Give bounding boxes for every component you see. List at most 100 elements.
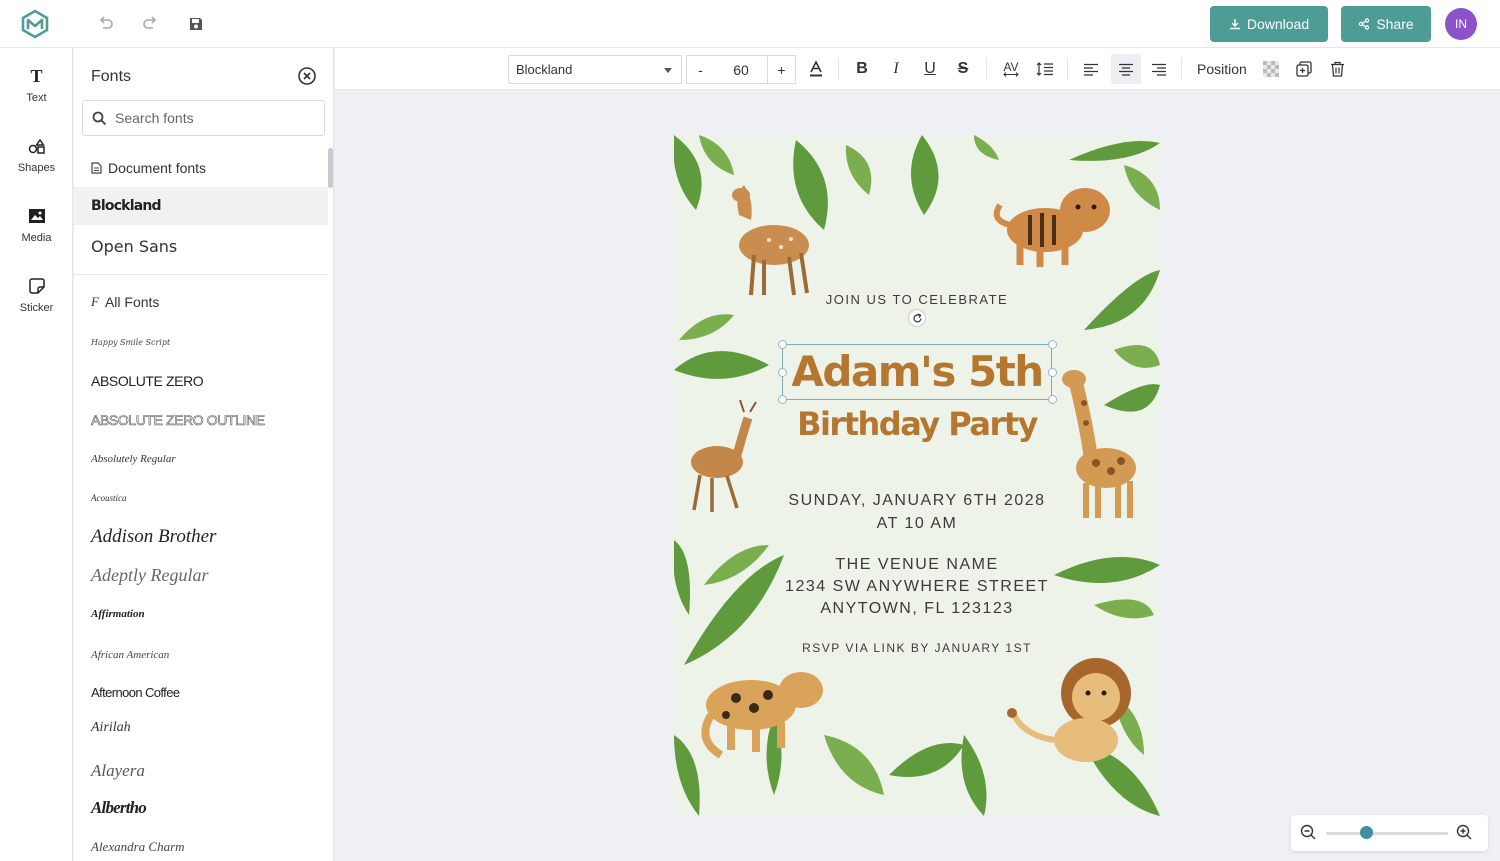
font-item-label: Afternoon Coffee xyxy=(91,684,180,700)
download-button[interactable]: Download xyxy=(1210,6,1328,42)
divider xyxy=(74,274,328,275)
close-icon[interactable] xyxy=(297,66,317,86)
save-icon[interactable] xyxy=(184,12,208,36)
strikethrough-button[interactable]: S xyxy=(950,57,976,81)
duplicate-icon[interactable] xyxy=(1291,57,1317,81)
align-center-icon[interactable] xyxy=(1111,54,1141,84)
share-icon xyxy=(1359,18,1370,30)
font-item-label: Albertho xyxy=(91,798,147,817)
resize-handle[interactable] xyxy=(1048,340,1057,349)
font-size-input[interactable]: 60 xyxy=(714,55,768,84)
rotate-icon[interactable] xyxy=(908,309,926,327)
font-item[interactable]: Affirmation xyxy=(74,595,328,633)
font-size-increase-button[interactable]: + xyxy=(767,55,796,84)
font-item[interactable]: Albertho xyxy=(74,789,328,827)
align-left-icon[interactable] xyxy=(1078,57,1104,81)
invitation-venue-line3[interactable]: ANYTOWN, FL 123123 xyxy=(674,600,1160,618)
underline-button[interactable]: U xyxy=(917,57,943,81)
font-item[interactable]: Acoustica xyxy=(74,479,328,517)
bold-button[interactable]: B xyxy=(849,57,875,81)
format-toolbar: Blockland - 60 + B I U S AV Position xyxy=(335,48,1500,90)
font-item-open-sans[interactable]: Open Sans xyxy=(74,227,328,265)
zoom-slider-track[interactable] xyxy=(1326,832,1448,835)
font-item[interactable]: Happy Smile Script xyxy=(74,323,328,361)
font-item-label: ABSOLUTE ZERO OUTLINE xyxy=(91,412,266,429)
resize-handle[interactable] xyxy=(778,395,787,404)
font-item-label: Alayera xyxy=(91,761,145,780)
minus-label: - xyxy=(698,61,703,78)
font-item[interactable]: Absolutely Regular xyxy=(74,440,328,478)
download-label: Download xyxy=(1246,16,1310,32)
font-size-decrease-button[interactable]: - xyxy=(686,55,715,84)
redo-icon[interactable] xyxy=(138,12,162,36)
font-item[interactable]: ABSOLUTE ZERO xyxy=(74,362,328,400)
font-item-label: Absolutely Regular xyxy=(91,453,176,465)
font-item[interactable]: African American xyxy=(74,636,328,674)
share-button[interactable]: Share xyxy=(1341,6,1431,42)
chevron-down-icon xyxy=(664,68,672,73)
strike-label: S xyxy=(957,60,969,77)
transparency-icon[interactable] xyxy=(1258,57,1284,81)
font-family-value: Blockland xyxy=(516,62,573,77)
font-item[interactable]: Afternoon Coffee xyxy=(74,673,328,711)
rail-item-sticker[interactable]: Sticker xyxy=(0,276,73,332)
letter-spacing-icon xyxy=(1003,71,1019,77)
resize-handle[interactable] xyxy=(1048,368,1057,377)
font-item-blockland[interactable]: Blockland xyxy=(74,187,328,225)
font-item[interactable]: Alexandra Charm xyxy=(74,828,328,861)
resize-handle[interactable] xyxy=(778,340,787,349)
avatar[interactable]: IN xyxy=(1445,8,1477,40)
line-height-icon[interactable] xyxy=(1032,57,1058,81)
italic-button[interactable]: I xyxy=(883,57,909,81)
avatar-initials: IN xyxy=(1455,17,1467,31)
resize-handle[interactable] xyxy=(778,368,787,377)
align-right-icon[interactable] xyxy=(1146,57,1172,81)
sticker-icon xyxy=(26,276,48,296)
invitation-intro[interactable]: JOIN US TO CELEBRATE xyxy=(674,292,1160,307)
rail-item-label: Text xyxy=(26,92,47,104)
font-item-label: Affirmation xyxy=(91,608,145,620)
undo-icon[interactable] xyxy=(94,12,118,36)
invitation-title-line2[interactable]: Birthday Party xyxy=(674,405,1160,443)
font-family-select[interactable]: Blockland xyxy=(508,55,682,84)
position-button[interactable]: Position xyxy=(1197,61,1247,77)
invitation-rsvp[interactable]: RSVP VIA LINK BY JANUARY 1ST xyxy=(674,641,1160,655)
divider xyxy=(1067,58,1068,80)
letter-spacing-button[interactable]: AV xyxy=(998,57,1024,81)
invitation-canvas[interactable]: JOIN US TO CELEBRATE Adam's 5th Birthday… xyxy=(674,135,1160,816)
invitation-venue-line1[interactable]: THE VENUE NAME xyxy=(674,556,1160,574)
font-item[interactable]: Alayera xyxy=(74,752,328,790)
resize-handle[interactable] xyxy=(1048,395,1057,404)
rail-item-media[interactable]: Media xyxy=(0,206,73,262)
zoom-out-icon[interactable] xyxy=(1300,824,1317,846)
trash-icon[interactable] xyxy=(1324,57,1350,81)
font-item-label: African American xyxy=(91,649,170,661)
panel-scrollbar[interactable] xyxy=(328,148,333,188)
all-fonts-label: All Fonts xyxy=(104,294,160,310)
font-item[interactable]: Addison Brother xyxy=(74,518,328,556)
underline-label: U xyxy=(924,60,936,77)
font-item[interactable]: Airilah xyxy=(74,709,328,747)
invitation-date-line2[interactable]: AT 10 AM xyxy=(674,515,1160,533)
font-item[interactable]: Adeptly Regular xyxy=(74,556,328,594)
invitation-date-line1[interactable]: SUNDAY, JANUARY 6TH 2028 xyxy=(674,492,1160,510)
invitation-venue-line2[interactable]: 1234 SW ANYWHERE STREET xyxy=(674,578,1160,596)
font-item-label: Airilah xyxy=(91,720,131,735)
rail-item-text[interactable]: T Text xyxy=(0,66,73,122)
logo-icon[interactable] xyxy=(20,9,50,39)
zoom-control xyxy=(1291,815,1488,851)
font-size-value: 60 xyxy=(733,61,749,78)
leopard-icon xyxy=(701,672,823,759)
search-input[interactable] xyxy=(115,110,315,126)
font-item-label: Acoustica xyxy=(91,493,127,503)
document-fonts-label: Document fonts xyxy=(108,160,207,176)
deer-icon xyxy=(732,185,809,296)
zoom-slider-handle[interactable] xyxy=(1359,826,1373,839)
font-item[interactable]: ABSOLUTE ZERO OUTLINE xyxy=(74,401,328,439)
zoom-in-icon[interactable] xyxy=(1456,824,1473,846)
spacing-label: AV xyxy=(1003,59,1019,74)
rail-item-shapes[interactable]: Shapes xyxy=(0,136,73,192)
selection-box[interactable] xyxy=(782,344,1052,400)
rail-item-label: Shapes xyxy=(17,162,56,174)
text-color-icon[interactable] xyxy=(803,57,829,81)
